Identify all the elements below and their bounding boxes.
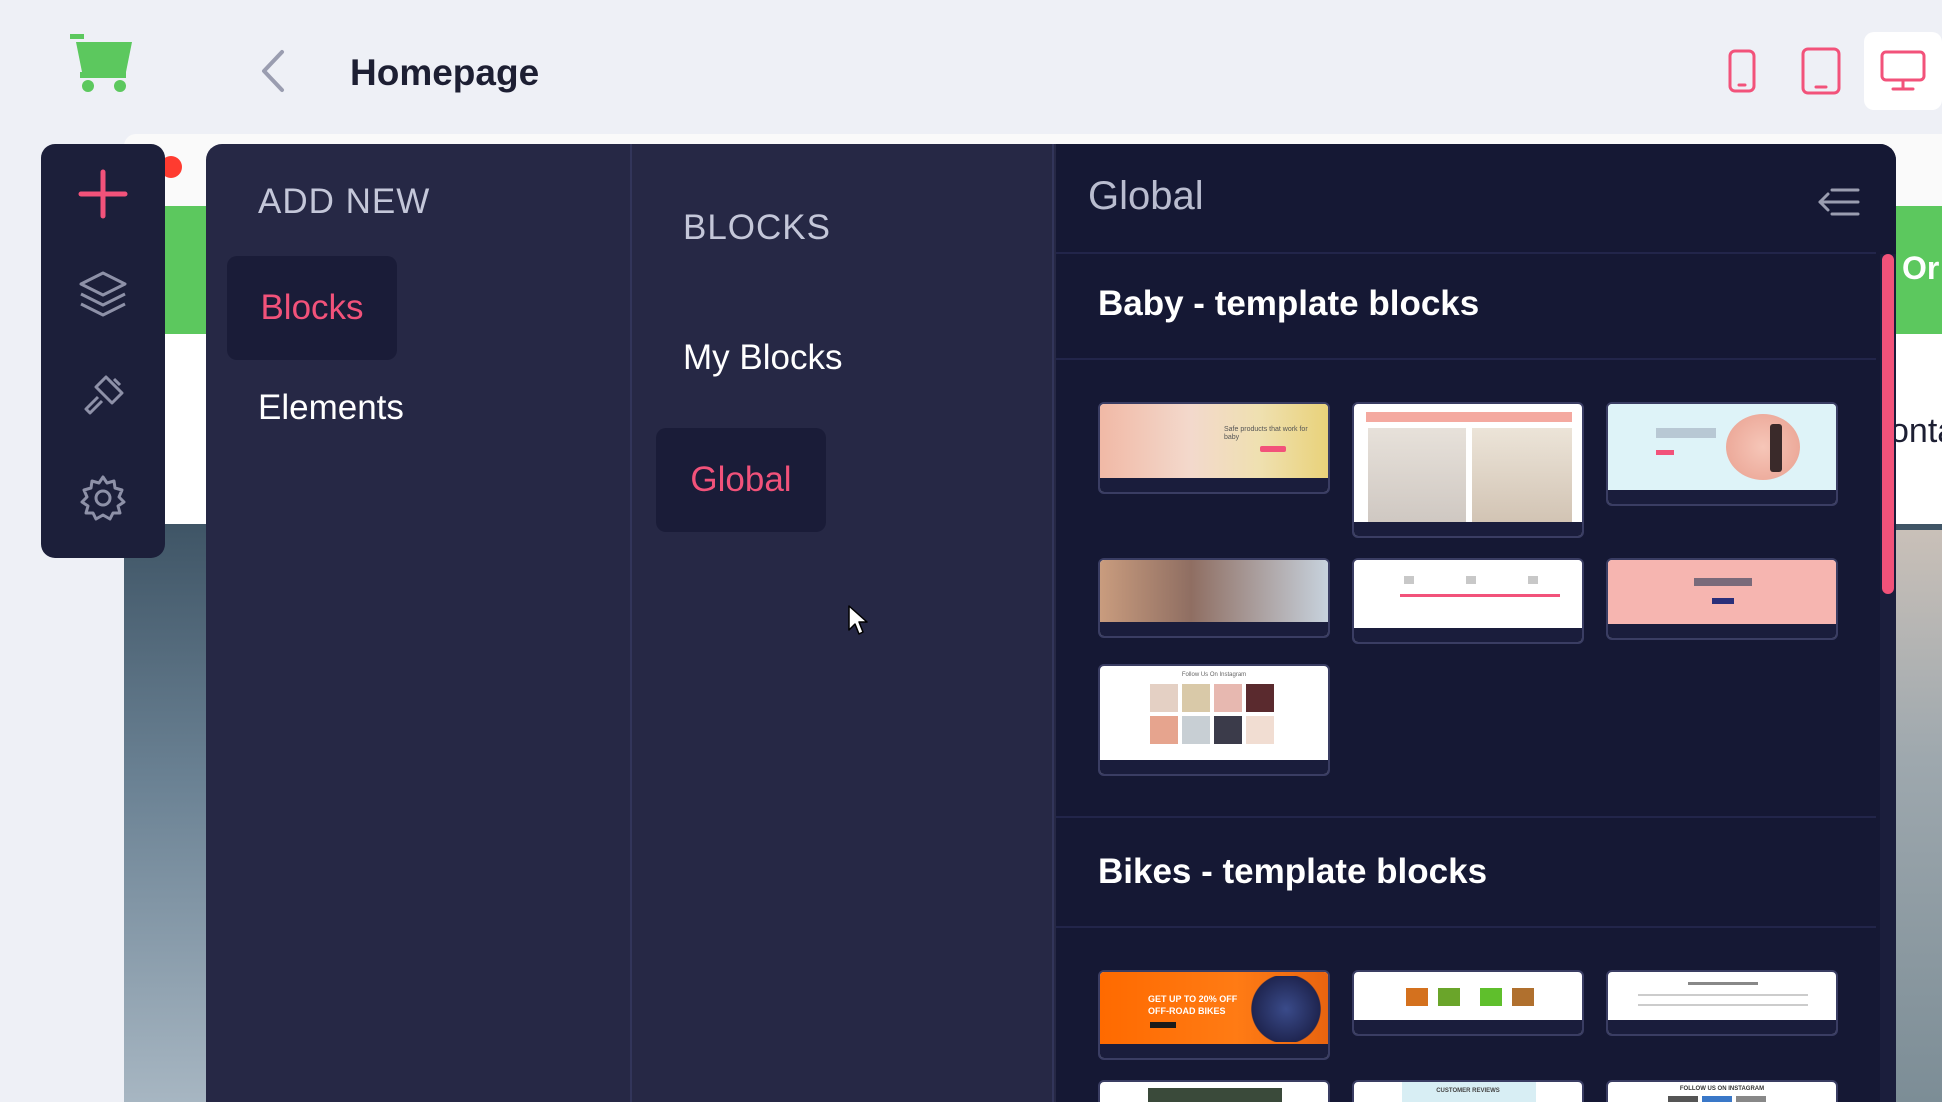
nav-item-elements[interactable]: Elements <box>258 364 404 452</box>
divider <box>1056 816 1876 818</box>
top-bar: Homepage <box>0 0 1942 134</box>
add-new-button[interactable] <box>41 144 165 244</box>
nav-item-my-blocks-label: My Blocks <box>683 338 843 377</box>
page-title: Homepage <box>350 52 540 93</box>
block-thumbnail-baby-product[interactable] <box>1606 402 1838 506</box>
divider <box>1056 358 1876 360</box>
mobile-view-button[interactable] <box>1703 32 1781 110</box>
blocks-column: BLOCKS My Blocks Global <box>633 144 1054 1102</box>
tablet-view-button[interactable] <box>1782 32 1860 110</box>
block-thumbnail-bikes-categories[interactable] <box>1352 970 1584 1036</box>
block-thumbnail-bikes-video[interactable] <box>1098 1080 1330 1102</box>
gear-icon <box>80 475 126 521</box>
mobile-icon <box>1728 49 1756 93</box>
nav-item-global[interactable]: Global <box>656 428 826 532</box>
block-thumbnail-bikes-table[interactable] <box>1606 970 1838 1036</box>
nav-item-my-blocks[interactable]: My Blocks <box>683 318 842 398</box>
thumbnail-hero-text: Safe products that work for baby <box>1224 426 1308 441</box>
layers-button[interactable] <box>41 244 165 344</box>
editor-tool-rail <box>41 144 165 558</box>
nav-item-blocks-label: Blocks <box>260 288 364 327</box>
preview-banner-text: Or <box>1902 250 1940 286</box>
cart-logo-icon[interactable] <box>70 32 136 94</box>
tablet-icon <box>1801 47 1841 95</box>
thumbnail-bikes-offer-line1: GET UP TO 20% OFF <box>1148 994 1238 1004</box>
global-title: Global <box>1088 174 1204 218</box>
block-thumbnail-baby-cta[interactable] <box>1606 558 1838 640</box>
scrollbar-thumb[interactable] <box>1882 254 1894 594</box>
nav-item-elements-label: Elements <box>258 388 404 427</box>
global-blocks-column: Global Baby - template blocks Safe produ… <box>1056 144 1896 1102</box>
divider <box>1056 926 1876 928</box>
divider <box>1056 252 1876 254</box>
block-thumbnail-baby-banner[interactable] <box>1098 558 1330 638</box>
preview-photo-edge <box>1892 530 1942 1102</box>
block-thumbnail-bikes-hero[interactable]: GET UP TO 20% OFF OFF-ROAD BIKES <box>1098 970 1330 1060</box>
blocks-heading: BLOCKS <box>683 208 831 247</box>
block-thumbnail-baby-hero[interactable]: Safe products that work for baby <box>1098 402 1330 494</box>
thumbnail-reviews-text: CUSTOMER REVIEWS <box>1436 1088 1500 1094</box>
layers-icon <box>79 271 127 317</box>
section-title-baby: Baby - template blocks <box>1098 284 1480 323</box>
add-new-panel: ADD NEW Blocks Elements BLOCKS My Blocks… <box>206 144 1896 1102</box>
thumbnail-bikes-offer-line2: OFF-ROAD BIKES <box>1148 1006 1226 1016</box>
block-thumbnail-baby-instagram[interactable]: Follow Us On Instagram <box>1098 664 1330 776</box>
block-thumbnail-bikes-reviews[interactable]: CUSTOMER REVIEWS <box>1352 1080 1584 1102</box>
preview-section-text: onta <box>1890 412 1942 450</box>
block-thumbnail-bikes-instagram[interactable]: FOLLOW US ON INSTAGRAM <box>1606 1080 1838 1102</box>
nav-item-global-label: Global <box>690 460 792 499</box>
mouse-cursor-icon <box>847 604 871 636</box>
section-title-bikes: Bikes - template blocks <box>1098 852 1488 891</box>
block-thumbnail-baby-features[interactable] <box>1352 558 1584 644</box>
desktop-icon <box>1880 50 1926 91</box>
thumbnail-bikes-instagram-text: FOLLOW US ON INSTAGRAM <box>1679 1086 1765 1092</box>
block-thumbnail-baby-categories[interactable] <box>1352 402 1584 538</box>
add-new-column: ADD NEW Blocks Elements <box>206 144 632 1102</box>
brush-icon <box>84 375 124 415</box>
thumbnail-instagram-text: Follow Us On Instagram <box>1181 672 1247 678</box>
plus-icon <box>78 169 128 219</box>
back-chevron-icon[interactable] <box>258 48 288 94</box>
collapse-menu-icon[interactable] <box>1814 182 1864 222</box>
nav-item-blocks[interactable]: Blocks <box>227 256 397 360</box>
desktop-view-button[interactable] <box>1864 32 1942 110</box>
add-new-heading: ADD NEW <box>258 182 431 221</box>
settings-button[interactable] <box>41 448 165 548</box>
style-brush-button[interactable] <box>41 346 165 446</box>
